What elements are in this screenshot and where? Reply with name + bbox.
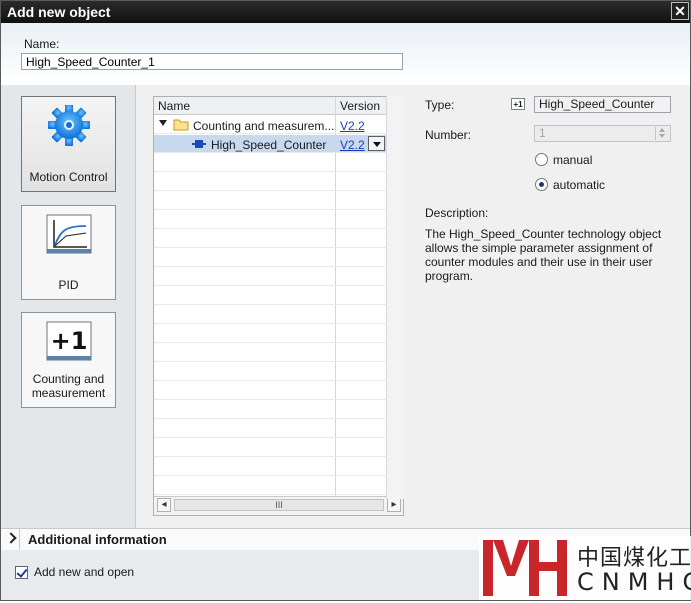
tree-row-empty [154, 344, 386, 362]
horizontal-scrollbar[interactable]: ◂ III ▸ [154, 496, 403, 515]
category-motion-control[interactable]: Motion Control [21, 96, 116, 192]
type-label: Type: [425, 98, 455, 112]
plus-one-icon: +1 [46, 321, 92, 361]
radio-manual-label: manual [553, 153, 593, 167]
number-spinner[interactable] [655, 127, 669, 140]
tree-header: Name Version [154, 97, 403, 115]
watermark: 中国煤化工 CNMHG [479, 536, 691, 600]
tree-row-folder[interactable]: Counting and measurem... V2.2 [154, 116, 386, 134]
tree-row-high-speed-counter[interactable]: High_Speed_Counter V2.2 [154, 135, 386, 153]
type-field: High_Speed_Counter [534, 96, 671, 113]
description-label: Description: [425, 206, 489, 220]
number-field[interactable]: 1 [534, 125, 671, 142]
description-text: The High_Speed_Counter technology object… [425, 227, 662, 283]
tree-row-empty [154, 173, 386, 191]
radio-manual[interactable] [535, 153, 548, 166]
scroll-left-button[interactable]: ◂ [157, 498, 171, 512]
tree-row-empty [154, 192, 386, 210]
tree-row-empty [154, 439, 386, 457]
add-new-and-open-label: Add new and open [34, 565, 135, 579]
version-link[interactable]: V2.2 [340, 138, 365, 152]
dialog-title: Add new object [7, 4, 111, 20]
tree-extra-column [386, 96, 404, 499]
tree-row-empty [154, 249, 386, 267]
chevron-down-icon [373, 142, 381, 147]
tree-row-empty [154, 363, 386, 381]
tree-row-empty [154, 477, 386, 495]
number-value: 1 [539, 126, 546, 140]
divider [19, 529, 20, 550]
radio-automatic[interactable] [535, 178, 548, 191]
category-label-line2: measurement [31, 386, 106, 400]
radio-automatic-label: automatic [553, 178, 606, 192]
column-header-name[interactable]: Name [158, 99, 190, 113]
svg-text:+1: +1 [51, 327, 88, 355]
tree-row-empty [154, 306, 386, 324]
name-section: Name: [1, 23, 690, 85]
spinner-down-icon [659, 134, 665, 138]
name-label: Name: [24, 37, 60, 51]
number-label: Number: [425, 128, 472, 142]
technology-object-icon [192, 140, 206, 148]
category-counting-measurement[interactable]: +1 Counting and measurement [21, 312, 116, 408]
version-dropdown-button[interactable] [368, 136, 385, 151]
tree-row-empty [154, 211, 386, 229]
category-panel: Motion Control PID +1 Counting and measu… [1, 85, 136, 528]
watermark-latin-text: CNMHG [577, 568, 691, 596]
tree-item-label: Counting and measurem... [193, 119, 335, 133]
tree-row-empty [154, 325, 386, 343]
tree-row-empty [154, 382, 386, 400]
tree-row-empty [154, 230, 386, 248]
category-pid[interactable]: PID [21, 205, 116, 300]
category-label: Motion Control [29, 170, 108, 184]
pid-curve-icon [46, 214, 92, 254]
tree-row-empty [154, 287, 386, 305]
folder-icon [173, 119, 189, 131]
category-label-line1: Counting and [32, 372, 105, 386]
additional-information-label: Additional information [28, 532, 167, 547]
tree-row-empty [154, 154, 386, 172]
category-label: PID [58, 278, 79, 292]
tree-row-empty [154, 458, 386, 476]
close-button[interactable]: ✕ [671, 2, 689, 20]
column-header-version[interactable]: Version [340, 99, 380, 113]
chevron-right-icon[interactable] [5, 532, 17, 544]
type-badge: +1 [511, 98, 525, 110]
expand-triangle-icon[interactable] [159, 120, 167, 126]
add-object-dialog: Add new object ✕ Name: High_Speed_Counte… [0, 0, 691, 601]
gear-icon [48, 105, 90, 146]
add-new-and-open-checkbox[interactable] [15, 566, 28, 579]
tree-item-label: High_Speed_Counter [211, 138, 327, 152]
title-bar: Add new object ✕ [1, 1, 690, 23]
spinner-up-icon [659, 128, 665, 132]
scroll-thumb[interactable]: III [174, 499, 384, 511]
version-link[interactable]: V2.2 [340, 119, 365, 133]
name-input[interactable] [21, 53, 403, 70]
scroll-right-button[interactable]: ▸ [387, 498, 401, 512]
close-icon: ✕ [674, 3, 686, 19]
object-tree: Name Version Counting and measurem... V2… [153, 96, 404, 516]
tree-row-empty [154, 401, 386, 419]
tree-row-empty [154, 268, 386, 286]
tree-row-empty [154, 420, 386, 438]
